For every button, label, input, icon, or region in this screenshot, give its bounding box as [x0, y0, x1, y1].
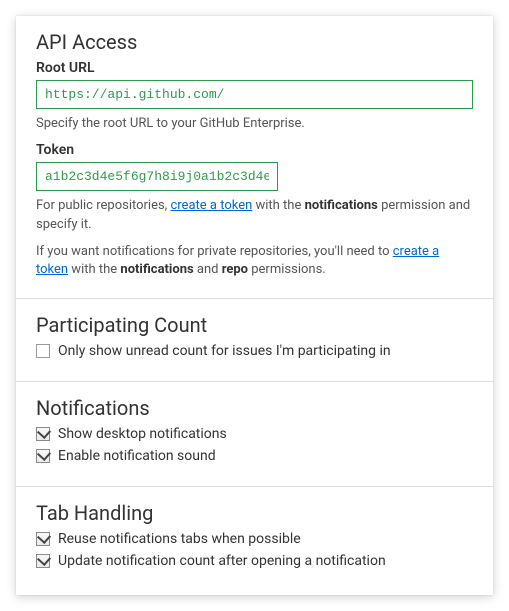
only-unread-participating-label: Only show unread count for issues I'm pa…	[58, 343, 391, 359]
token-help-private-suffix: permissions.	[248, 262, 326, 277]
settings-panel: API Access Root URL Specify the root URL…	[16, 16, 493, 595]
section-api-access: API Access Root URL Specify the root URL…	[16, 16, 493, 298]
update-count-row[interactable]: Update notification count after opening …	[36, 553, 473, 569]
show-desktop-notifications-label: Show desktop notifications	[58, 426, 227, 442]
show-desktop-notifications-row[interactable]: Show desktop notifications	[36, 426, 473, 442]
create-token-public-link[interactable]: create a token	[170, 198, 252, 213]
token-help-private-prefix: If you want notifications for private re…	[36, 244, 393, 259]
token-help-private-mid: with the	[68, 262, 120, 277]
token-input[interactable]	[36, 162, 278, 191]
token-help-public-prefix: For public repositories,	[36, 198, 170, 213]
token-help-public: For public repositories, create a token …	[36, 197, 473, 235]
only-unread-participating-checkbox[interactable]	[36, 344, 50, 358]
tab-handling-title: Tab Handling	[36, 501, 473, 525]
root-url-help: Specify the root URL to your GitHub Ente…	[36, 115, 473, 134]
token-label: Token	[36, 142, 473, 158]
reuse-tabs-label: Reuse notifications tabs when possible	[58, 531, 301, 547]
enable-notification-sound-row[interactable]: Enable notification sound	[36, 448, 473, 464]
enable-notification-sound-checkbox[interactable]	[36, 449, 50, 463]
token-help-public-mid: with the	[252, 198, 304, 213]
section-tab-handling: Tab Handling Reuse notifications tabs wh…	[16, 486, 493, 595]
reuse-tabs-checkbox[interactable]	[36, 532, 50, 546]
section-participating-count: Participating Count Only show unread cou…	[16, 298, 493, 381]
token-help-private: If you want notifications for private re…	[36, 243, 473, 281]
show-desktop-notifications-checkbox[interactable]	[36, 427, 50, 441]
token-help-public-bold: notifications	[305, 198, 378, 213]
root-url-input[interactable]	[36, 80, 473, 109]
reuse-tabs-row[interactable]: Reuse notifications tabs when possible	[36, 531, 473, 547]
section-notifications: Notifications Show desktop notifications…	[16, 381, 493, 486]
root-url-label: Root URL	[36, 60, 473, 76]
participating-count-title: Participating Count	[36, 313, 473, 337]
only-unread-participating-row[interactable]: Only show unread count for issues I'm pa…	[36, 343, 473, 359]
api-access-title: API Access	[36, 30, 473, 54]
token-help-private-bold2: repo	[222, 262, 248, 277]
token-help-private-and: and	[194, 262, 222, 277]
update-count-label: Update notification count after opening …	[58, 553, 386, 569]
enable-notification-sound-label: Enable notification sound	[58, 448, 216, 464]
update-count-checkbox[interactable]	[36, 554, 50, 568]
notifications-title: Notifications	[36, 396, 473, 420]
token-help-private-bold1: notifications	[120, 262, 193, 277]
